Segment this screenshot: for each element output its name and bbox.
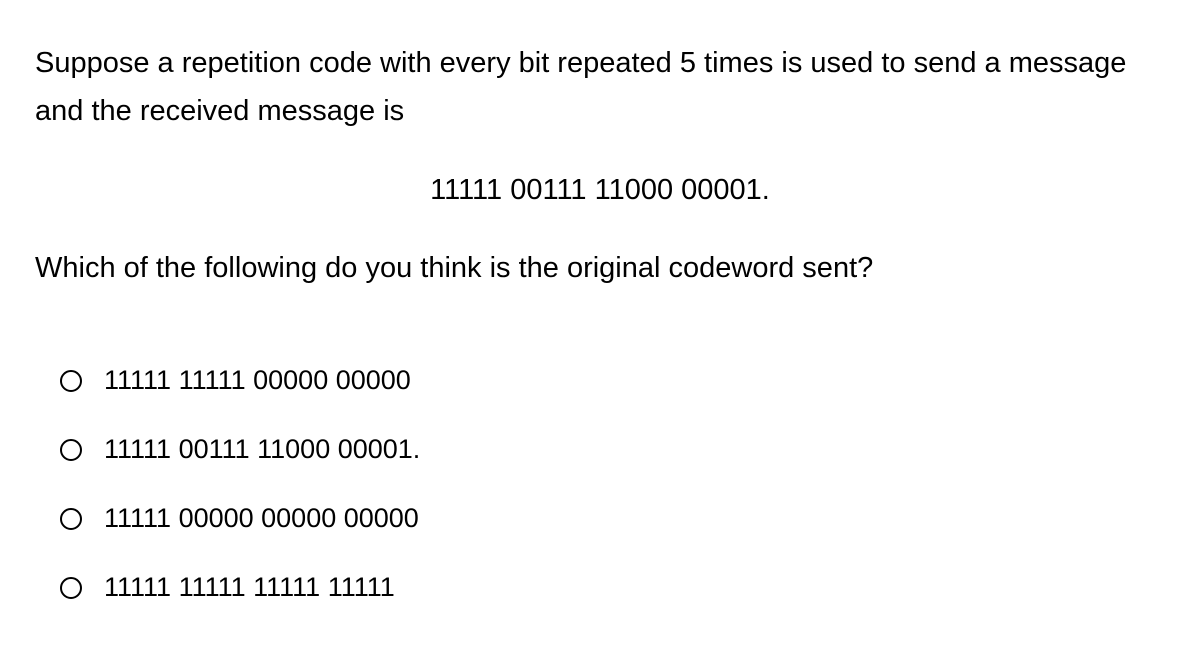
option-row[interactable]: 11111 00000 00000 00000 bbox=[60, 503, 1165, 534]
radio-icon[interactable] bbox=[60, 577, 82, 599]
question-intro-text: Suppose a repetition code with every bit… bbox=[35, 40, 1165, 136]
option-label: 11111 11111 11111 11111 bbox=[104, 572, 395, 603]
option-label: 11111 00111 11000 00001. bbox=[104, 434, 420, 465]
options-group: 11111 11111 00000 00000 11111 00111 1100… bbox=[35, 365, 1165, 603]
received-message-text: 11111 00111 11000 00001. bbox=[35, 174, 1165, 207]
question-prompt-text: Which of the following do you think is t… bbox=[35, 247, 1165, 291]
option-label: 11111 11111 00000 00000 bbox=[104, 365, 411, 396]
option-row[interactable]: 11111 11111 11111 11111 bbox=[60, 572, 1165, 603]
option-label: 11111 00000 00000 00000 bbox=[104, 503, 419, 534]
radio-icon[interactable] bbox=[60, 508, 82, 530]
radio-icon[interactable] bbox=[60, 370, 82, 392]
option-row[interactable]: 11111 11111 00000 00000 bbox=[60, 365, 1165, 396]
option-row[interactable]: 11111 00111 11000 00001. bbox=[60, 434, 1165, 465]
radio-icon[interactable] bbox=[60, 439, 82, 461]
